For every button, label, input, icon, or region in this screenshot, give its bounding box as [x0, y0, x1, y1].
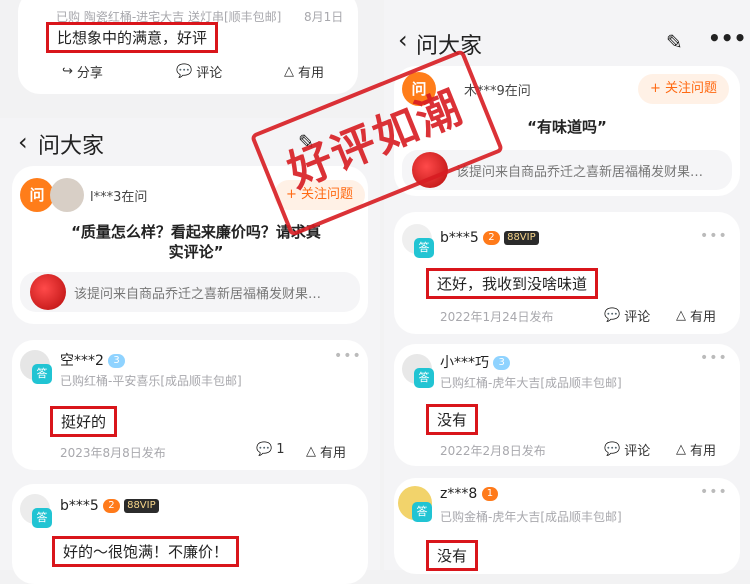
more-options-icon[interactable]: ••• [700, 484, 728, 500]
vip-badge: 88VIP [504, 231, 539, 245]
level-badge: 3 [493, 356, 510, 370]
comment-icon: 💬 [604, 442, 621, 457]
useful-button[interactable]: △ 有用 [676, 440, 716, 459]
page-title: 问大家 [38, 134, 105, 159]
comment-icon: 💬 [256, 442, 273, 457]
comment-button[interactable]: 💬 评论 [176, 62, 222, 81]
highlighted-answer: 比想象中的满意，好评 [46, 22, 219, 53]
share-icon: ↪ [62, 64, 73, 79]
more-options-icon[interactable]: ••• [700, 228, 728, 244]
useful-button[interactable]: △ 有用 [306, 442, 346, 461]
answer-badge: 答 [414, 368, 434, 388]
level-badge: 3 [108, 354, 125, 368]
product-text: 该提问来自商品乔迁之喜新居福桶发财果… [456, 164, 704, 180]
thumb-up-icon: △ [284, 64, 294, 79]
purchase-meta: 已购金桶-虎年大吉[成品顺丰包邮] [440, 510, 622, 524]
highlighted-answer: 挺好的 [50, 406, 118, 437]
answer-date: 2022年2月8日发布 [440, 444, 546, 458]
comment-button[interactable]: 💬 1 [256, 442, 284, 457]
more-options-icon[interactable]: ••• [334, 348, 362, 364]
product-text: 该提问来自商品乔迁之喜新居福桶发财果… [74, 286, 322, 302]
level-badge: 2 [483, 231, 500, 245]
highlighted-answer: 好的～很饱满！不廉价！ [52, 536, 240, 567]
more-menu-icon[interactable]: ••• [708, 26, 746, 50]
highlighted-answer: 没有 [426, 404, 479, 435]
purchase-meta: 已购红桶-虎年大吉[成品顺丰包邮] [440, 376, 622, 390]
thumb-up-icon: △ [676, 308, 686, 323]
comment-button[interactable]: 💬 评论 [604, 306, 650, 325]
asker-avatar [50, 178, 84, 212]
thumb-up-icon: △ [676, 442, 686, 457]
answer-card: 答 z***8 1 ••• 已购金桶-虎年大吉[成品顺丰包邮] 没有 [394, 478, 740, 574]
review-date: 8月1日 [304, 10, 344, 24]
level-badge: 2 [103, 499, 120, 513]
level-badge: 1 [481, 487, 499, 501]
answer-badge: 答 [412, 502, 432, 522]
answer-date: 2022年1月24日发布 [440, 310, 554, 324]
answerer-name: 小***巧 3 [440, 352, 510, 372]
useful-button[interactable]: △ 有用 [284, 62, 324, 81]
highlighted-answer: 没有 [426, 540, 479, 571]
review-snippet-card: 已购 陶瓷红桶-进宅大吉 送灯串[顺丰包邮] 8月1日 比想象中的满意，好评 ↪… [18, 0, 358, 94]
answerer-name: z***8 1 [440, 486, 499, 502]
thumb-up-icon: △ [306, 444, 316, 459]
comment-icon: 💬 [604, 308, 621, 323]
more-options-icon[interactable]: ••• [700, 350, 728, 366]
follow-question-button[interactable]: + 关注问题 [638, 74, 730, 104]
comment-icon: 💬 [176, 64, 193, 79]
ask-badge: 问 [20, 178, 54, 212]
comment-button[interactable]: 💬 评论 [604, 440, 650, 459]
useful-button[interactable]: △ 有用 [676, 306, 716, 325]
product-thumbnail [30, 274, 66, 310]
answer-card: 答 b***5 2 88VIP 好的～很饱满！不廉价！ [12, 484, 368, 584]
edit-question-icon[interactable]: ✎ [666, 30, 683, 54]
answer-badge: 答 [414, 238, 434, 258]
answer-badge: 答 [32, 364, 52, 384]
source-product[interactable]: 该提问来自商品乔迁之喜新居福桶发财果… [20, 272, 360, 312]
asker-name: l***3在问 [90, 190, 148, 205]
back-button[interactable]: ‹ [18, 128, 28, 156]
highlighted-answer: 还好，我收到没啥味道 [426, 268, 599, 299]
back-button[interactable]: ‹ [398, 26, 408, 54]
answer-card: 答 小***巧 3 ••• 已购红桶-虎年大吉[成品顺丰包邮] 没有 2022年… [394, 344, 740, 466]
answerer-name: 空***2 3 [60, 350, 125, 370]
vip-badge: 88VIP [124, 499, 159, 513]
question-text: “质量怎么样？看起来廉价吗？请求真实评论” [71, 223, 321, 261]
purchase-meta: 已购红桶-平安喜乐[成品顺丰包邮] [60, 374, 242, 388]
share-button[interactable]: ↪ 分享 [62, 62, 103, 81]
answer-date: 2023年8月8日发布 [60, 446, 166, 460]
answer-card: 答 b***5 2 88VIP ••• 还好，我收到没啥味道 2022年1月24… [394, 212, 740, 334]
answerer-name: b***5 2 88VIP [60, 498, 159, 514]
answer-card: 答 空***2 3 ••• 已购红桶-平安喜乐[成品顺丰包邮] 挺好的 2023… [12, 340, 368, 470]
answer-badge: 答 [32, 508, 52, 528]
answerer-name: b***5 2 88VIP [440, 230, 539, 246]
